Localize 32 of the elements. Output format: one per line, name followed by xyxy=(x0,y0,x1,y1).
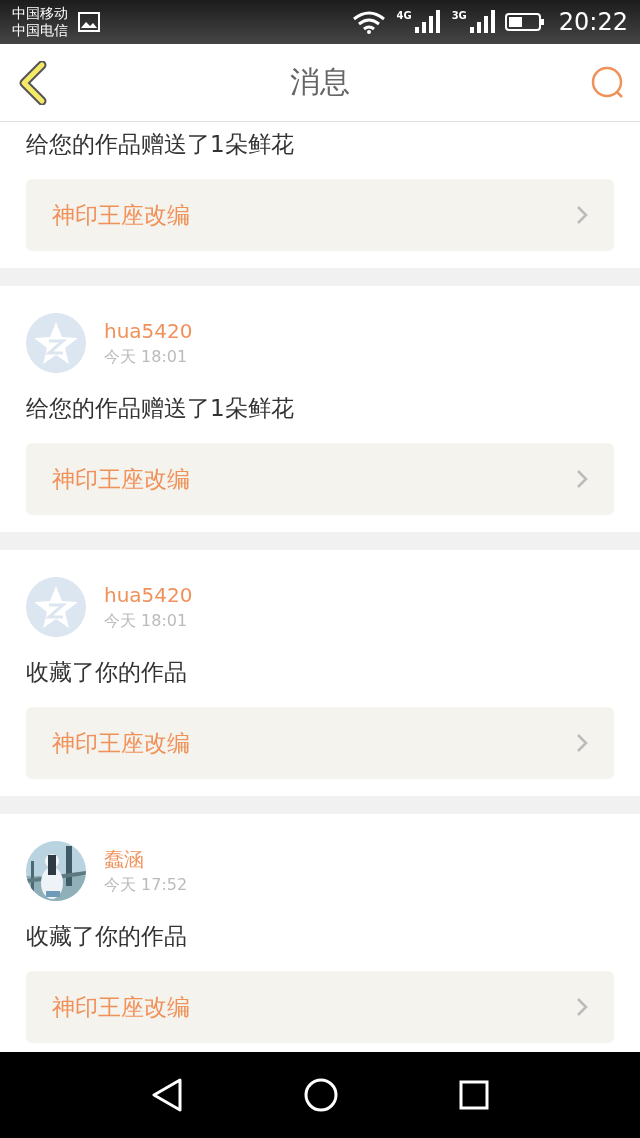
work-link[interactable]: 神印王座改编 xyxy=(26,443,614,515)
page-title: 消息 xyxy=(289,63,351,101)
network-type: 3G xyxy=(451,10,467,21)
home-nav-icon[interactable] xyxy=(304,1078,338,1112)
message-text: 收藏了你的作品 xyxy=(26,658,188,687)
chevron-icon xyxy=(576,733,588,753)
clock-time: 20:22 xyxy=(558,8,628,36)
recents-nav-icon[interactable] xyxy=(459,1080,490,1110)
user-name[interactable]: 蠢涵 xyxy=(104,845,188,873)
work-link[interactable]: 神印王座改编 xyxy=(26,179,614,251)
message-time: 今天 18:01 xyxy=(104,610,189,632)
work-link[interactable]: 神印王座改编 xyxy=(26,971,614,1043)
message-text: 收藏了你的作品 xyxy=(26,922,188,951)
image-icon xyxy=(78,12,100,32)
signal-icon xyxy=(468,10,495,34)
battery-icon xyxy=(504,12,545,32)
chevron-icon xyxy=(576,997,588,1017)
user-name[interactable]: hua5420 xyxy=(104,581,193,609)
carrier-name: 中国电信 xyxy=(12,22,68,39)
carrier-name: 中国移动 xyxy=(12,5,68,22)
back-nav-icon[interactable] xyxy=(150,1078,183,1112)
user-name[interactable]: hua5420 xyxy=(104,317,193,345)
message-time: 今天 18:01 xyxy=(104,346,189,368)
message-text: 给您的作品赠送了1朵鲜花 xyxy=(26,394,295,423)
work-link[interactable]: 神印王座改编 xyxy=(26,707,614,779)
chevron-icon xyxy=(576,469,588,489)
chevron-icon xyxy=(576,205,588,225)
message-text: 给您的作品赠送了1朵鲜花 xyxy=(26,130,295,159)
wifi-icon xyxy=(352,10,387,34)
signal-icon xyxy=(413,10,440,34)
message-time: 今天 17:52 xyxy=(104,874,188,896)
network-type: 4G xyxy=(396,10,412,21)
